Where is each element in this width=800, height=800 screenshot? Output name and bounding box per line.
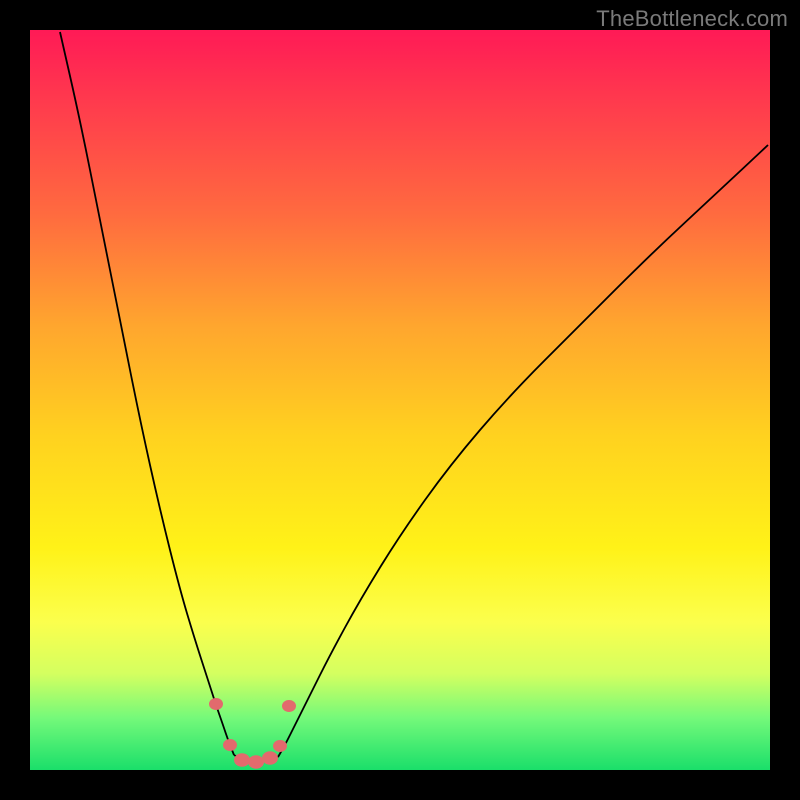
chart-stage: TheBottleneck.com [0, 0, 800, 800]
left-curve [60, 32, 234, 755]
trough-marker [248, 755, 264, 769]
watermark-text: TheBottleneck.com [596, 6, 788, 32]
trough-markers [209, 698, 296, 769]
trough-marker [234, 753, 250, 767]
trough-marker [223, 739, 237, 751]
plot-area [30, 30, 770, 770]
trough-marker [282, 700, 296, 712]
trough-marker [262, 751, 278, 765]
curve-svg [30, 30, 770, 770]
trough-marker [273, 740, 287, 752]
right-curve [278, 145, 768, 757]
trough-marker [209, 698, 223, 710]
